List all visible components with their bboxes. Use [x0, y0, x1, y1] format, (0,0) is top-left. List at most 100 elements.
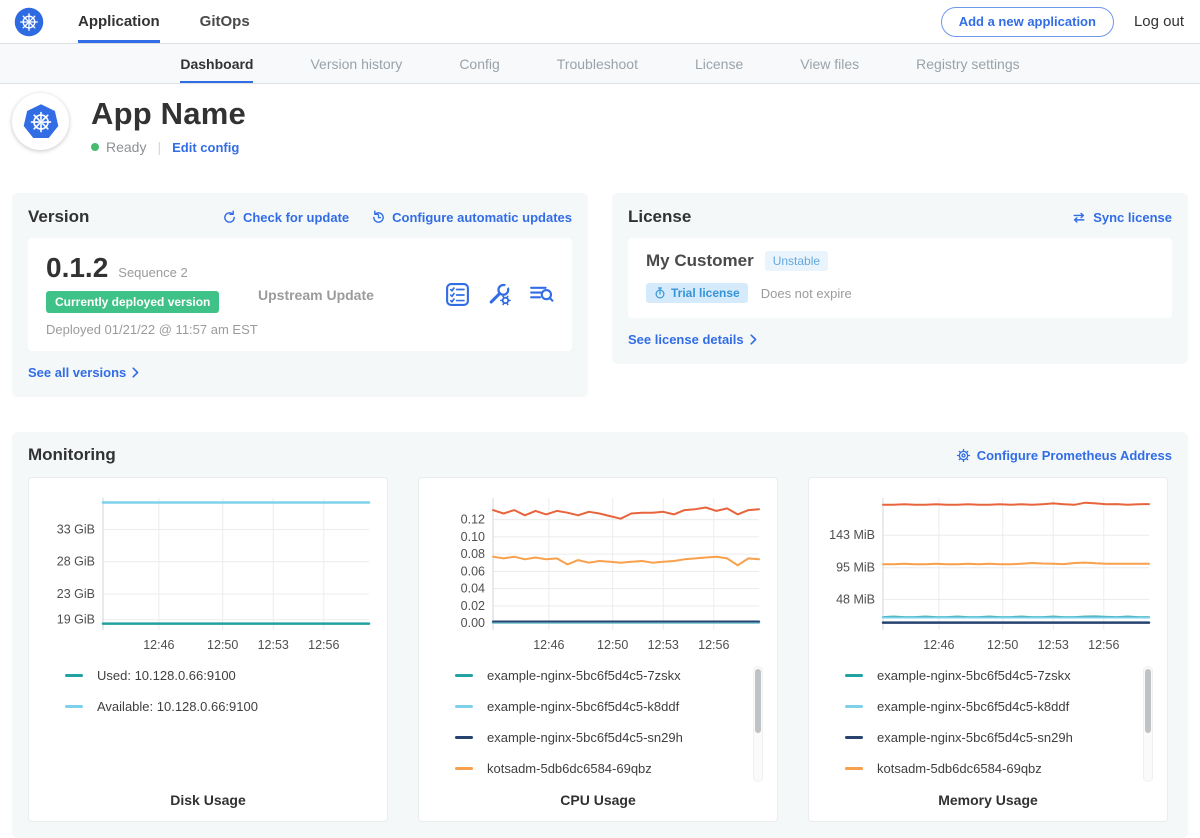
svg-text:0.08: 0.08: [461, 547, 485, 561]
tab-application[interactable]: Application: [78, 0, 160, 43]
series-color-swatch: [845, 767, 863, 770]
chevron-right-icon: [750, 334, 757, 345]
ready-status-dot: [91, 143, 99, 151]
chevron-right-icon: [132, 367, 139, 378]
topbar-spacer: [250, 0, 941, 43]
cpu-usage-card: 0.120.100.080.060.040.020.0012:4612:5012…: [418, 477, 778, 822]
series-label: Used: 10.128.0.66:9100: [97, 668, 236, 683]
configure-automatic-updates-link[interactable]: Configure automatic updates: [371, 210, 572, 225]
config-wrench-icon[interactable]: [487, 282, 512, 307]
preflight-checks-icon[interactable]: [445, 282, 470, 307]
version-source-label: Upstream Update: [258, 287, 374, 303]
svg-text:12:53: 12:53: [258, 638, 289, 652]
series-label: kotsadm-5db6dc6584-69qbz: [877, 761, 1042, 776]
see-all-versions-link[interactable]: See all versions: [28, 365, 139, 380]
subnav-config[interactable]: Config: [459, 44, 499, 83]
svg-text:12:53: 12:53: [648, 638, 679, 652]
legend-item[interactable]: example-nginx-5bc6f5d4c5-sn29h: [845, 730, 1153, 745]
legend-item[interactable]: example-nginx-5bc6f5d4c5-k8ddf: [455, 699, 763, 714]
scrollbar-thumb[interactable]: [755, 669, 761, 733]
legend-item[interactable]: example-nginx-5bc6f5d4c5-7zskx: [845, 668, 1153, 683]
series-label: example-nginx-5bc6f5d4c5-7zskx: [877, 668, 1071, 683]
svg-text:143 MiB: 143 MiB: [829, 528, 875, 542]
stopwatch-icon: [654, 287, 666, 299]
svg-text:12:56: 12:56: [308, 638, 339, 652]
tab-gitops[interactable]: GitOps: [200, 0, 250, 43]
monitoring-section: Monitoring Configure Prometheus Address: [12, 432, 1188, 838]
legend-scrollbar[interactable]: [753, 666, 763, 782]
subnav-license[interactable]: License: [695, 44, 743, 83]
series-color-swatch: [845, 674, 863, 677]
primary-nav: Application GitOps: [78, 0, 250, 43]
sync-license-link[interactable]: Sync license: [1071, 210, 1172, 225]
legend-item[interactable]: example-nginx-5bc6f5d4c5-k8ddf: [845, 699, 1153, 714]
legend-item[interactable]: kotsadm-5db6dc6584-69qbz: [845, 761, 1153, 776]
license-expiry: Does not expire: [761, 286, 852, 301]
svg-text:0.04: 0.04: [461, 582, 485, 596]
series-label: kotsadm-5db6dc6584-69qbz: [487, 761, 652, 776]
customer-name: My Customer: [646, 251, 754, 271]
series-label: example-nginx-5bc6f5d4c5-sn29h: [877, 730, 1073, 745]
chart-title: Disk Usage: [43, 792, 373, 808]
view-logs-icon[interactable]: [529, 282, 554, 307]
series-label: example-nginx-5bc6f5d4c5-k8ddf: [487, 699, 679, 714]
configure-prometheus-link[interactable]: Configure Prometheus Address: [956, 448, 1172, 463]
series-color-swatch: [845, 705, 863, 708]
sequence-label: Sequence 2: [118, 265, 187, 280]
legend-item[interactable]: Used: 10.128.0.66:9100: [65, 668, 373, 683]
kubernetes-logo-icon: [14, 7, 44, 37]
status-label: Ready: [106, 139, 146, 155]
charts-row: 33 GiB28 GiB23 GiB19 GiB12:4612:5012:531…: [28, 477, 1172, 822]
disk-usage-card: 33 GiB28 GiB23 GiB19 GiB12:4612:5012:531…: [28, 477, 388, 822]
subnav-registry-settings[interactable]: Registry settings: [916, 44, 1019, 83]
svg-text:12:50: 12:50: [207, 638, 238, 652]
series-label: Available: 10.128.0.66:9100: [97, 699, 258, 714]
series-color-swatch: [65, 674, 83, 677]
check-for-update-link[interactable]: Check for update: [222, 210, 349, 225]
license-panel: My Customer Unstable Trial license Does …: [628, 238, 1172, 318]
gear-icon: [956, 448, 971, 463]
license-card: License Sync license My Customer Unstabl…: [612, 193, 1188, 364]
version-card: Version Check for update Configure au: [12, 193, 588, 397]
add-new-application-button[interactable]: Add a new application: [941, 7, 1114, 37]
legend-item[interactable]: example-nginx-5bc6f5d4c5-7zskx: [455, 668, 763, 683]
channel-badge: Unstable: [765, 251, 828, 271]
svg-text:12:50: 12:50: [987, 638, 1018, 652]
svg-text:12:46: 12:46: [923, 638, 954, 652]
monitoring-title: Monitoring: [28, 445, 116, 465]
series-color-swatch: [455, 674, 473, 677]
series-label: example-nginx-5bc6f5d4c5-k8ddf: [877, 699, 1069, 714]
scrollbar-thumb[interactable]: [1145, 669, 1151, 733]
svg-text:95 MiB: 95 MiB: [836, 561, 875, 575]
svg-text:12:56: 12:56: [1088, 638, 1119, 652]
logout-button[interactable]: Log out: [1134, 13, 1184, 30]
app-avatar: [12, 93, 69, 150]
legend-item[interactable]: kotsadm-5db6dc6584-69qbz: [455, 761, 763, 776]
legend-item[interactable]: example-nginx-5bc6f5d4c5-sn29h: [455, 730, 763, 745]
see-license-details-link[interactable]: See license details: [628, 332, 757, 347]
clock-refresh-icon: [371, 210, 386, 225]
current-version-panel: 0.1.2 Sequence 2 Currently deployed vers…: [28, 238, 572, 351]
refresh-icon: [222, 210, 237, 225]
trial-license-badge: Trial license: [646, 283, 748, 303]
legend-item[interactable]: Available: 10.128.0.66:9100: [65, 699, 373, 714]
app-subnav: Dashboard Version history Config Trouble…: [0, 44, 1200, 84]
series-color-swatch: [455, 736, 473, 739]
svg-text:0.12: 0.12: [461, 513, 485, 527]
edit-config-link[interactable]: Edit config: [172, 140, 239, 155]
legend-scrollbar[interactable]: [1143, 666, 1153, 782]
subnav-version-history[interactable]: Version history: [310, 44, 402, 83]
subnav-view-files[interactable]: View files: [800, 44, 859, 83]
subnav-troubleshoot[interactable]: Troubleshoot: [557, 44, 638, 83]
memory-usage-legend: example-nginx-5bc6f5d4c5-7zskx example-n…: [823, 668, 1153, 790]
summary-cards-row: Version Check for update Configure au: [12, 193, 1188, 397]
svg-text:12:56: 12:56: [698, 638, 729, 652]
svg-text:0.02: 0.02: [461, 599, 485, 613]
subnav-dashboard[interactable]: Dashboard: [180, 44, 253, 83]
series-color-swatch: [455, 767, 473, 770]
chart-title: Memory Usage: [823, 792, 1153, 808]
memory-usage-chart: 143 MiB95 MiB48 MiB12:4612:5012:5312:56: [823, 490, 1155, 660]
version-number: 0.1.2: [46, 252, 108, 284]
series-color-swatch: [455, 705, 473, 708]
svg-text:19 GiB: 19 GiB: [57, 613, 95, 627]
